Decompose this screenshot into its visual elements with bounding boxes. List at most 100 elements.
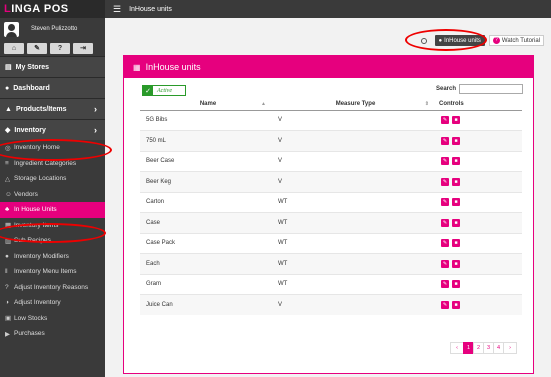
watch-tutorial-button[interactable]: ? Watch Tutorial: [488, 35, 544, 46]
sidebar-item-label: Ingredient Categories: [14, 159, 77, 167]
delete-icon[interactable]: ■: [452, 259, 460, 268]
plus-icon: ●: [438, 37, 443, 44]
active-label: Active: [157, 87, 172, 94]
units-table: Name ▲ Measure Type ⇕ Controls 5G Bibs V ✎ ■ 7…: [140, 99, 522, 315]
sidebar-item-inventory-items[interactable]: ▦ Inventory Items: [0, 218, 105, 234]
unit-name-cell: 750 mL: [140, 130, 272, 151]
sidebar-item-icon: ▣: [5, 315, 12, 323]
edit-icon[interactable]: ✎: [441, 218, 449, 227]
next-page-button[interactable]: ›: [503, 342, 517, 354]
sidebar-item-adjust-inventory[interactable]: ◑ Adjust Inventory: [0, 295, 105, 311]
table-row: 750 mL V ✎ ■: [140, 130, 522, 151]
delete-icon[interactable]: ■: [452, 177, 460, 186]
controls-cell: ✎ ■: [435, 273, 522, 295]
controls-cell: ✎ ■: [435, 212, 522, 233]
table-row: Case WT ✎ ■: [140, 212, 522, 233]
sidebar-item-inventory[interactable]: ◆ Inventory ›: [0, 119, 105, 140]
logout-button[interactable]: ⇥: [73, 42, 93, 54]
sidebar-item-inventory-menu-items[interactable]: ‖ Inventory Menu Items: [0, 264, 105, 280]
sidebar-item-inventory-home[interactable]: ◎ Inventory Home: [0, 140, 105, 156]
menu-toggle-icon[interactable]: ☰: [113, 4, 121, 15]
sidebar-item-low-stocks[interactable]: ▣ Low Stocks: [0, 311, 105, 327]
table-row: Each WT ✎ ■: [140, 253, 522, 274]
measure-type-cell: V: [272, 294, 435, 315]
delete-icon[interactable]: ■: [452, 218, 460, 227]
controls-cell: ✎ ■: [435, 232, 522, 254]
column-header-measure-type[interactable]: Measure Type ⇕: [272, 99, 435, 111]
dashboard-icon: ●: [5, 84, 10, 92]
home-button[interactable]: ⌂: [4, 42, 24, 54]
sidebar-item-label: In House Units: [14, 206, 57, 214]
top-bar: ☰ InHouse units: [105, 0, 551, 18]
search-input[interactable]: [459, 84, 523, 94]
edit-icon[interactable]: ✎: [441, 177, 449, 186]
edit-icon[interactable]: ✎: [441, 259, 449, 268]
app-logo[interactable]: L INGA POS: [0, 0, 105, 18]
sidebar-item-storage-locations[interactable]: △ Storage Locations: [0, 171, 105, 187]
active-filter-button[interactable]: ✓ Active: [142, 85, 186, 96]
sidebar-item-icon: ≡: [5, 159, 9, 167]
unit-name-cell: Case Pack: [140, 232, 272, 254]
table-row: 5G Bibs V ✎ ■: [140, 109, 522, 131]
edit-icon[interactable]: ✎: [441, 157, 449, 166]
sidebar-item-sub-recipes[interactable]: ▥ Sub Recipes: [0, 233, 105, 249]
sidebar-item-dashboard[interactable]: ● Dashboard: [0, 77, 105, 98]
edit-icon[interactable]: ✎: [441, 198, 449, 207]
edit-icon[interactable]: ✎: [441, 116, 449, 125]
unit-name-cell: Gram: [140, 273, 272, 295]
help-icon: ?: [492, 37, 500, 44]
row-controls: ✎ ■: [441, 259, 522, 268]
sort-icon: ⇕: [424, 101, 429, 108]
measure-type-cell: V: [272, 171, 435, 192]
sidebar-item-my-stores[interactable]: ▤ My Stores: [0, 56, 105, 77]
sidebar-item-inventory-modifiers[interactable]: ● Inventory Modifiers: [0, 249, 105, 265]
help-button[interactable]: ?: [50, 42, 70, 54]
sidebar-item-label: Low Stocks: [14, 314, 48, 322]
controls-cell: ✎ ■: [435, 171, 522, 192]
edit-icon[interactable]: ✎: [441, 280, 449, 289]
sidebar-item-purchases[interactable]: ▶ Purchases: [0, 326, 105, 342]
refresh-icon[interactable]: [420, 37, 427, 44]
toolbar: ● InHouse units ? Watch Tutorial: [420, 35, 544, 46]
sidebar-item-ingredient-categories[interactable]: ≡ Ingredient Categories: [0, 156, 105, 172]
sidebar-item-vendors[interactable]: ☺ Vendors: [0, 187, 105, 203]
panel-header: ▦ InHouse units: [124, 56, 533, 78]
delete-icon[interactable]: ■: [452, 157, 460, 166]
prev-page-button[interactable]: ‹: [450, 342, 464, 354]
sidebar-section-label: My Stores: [15, 63, 50, 71]
row-controls: ✎ ■: [441, 301, 522, 309]
avatar: [4, 21, 19, 37]
sidebar-item-icon: ?: [5, 283, 9, 291]
edit-icon[interactable]: ✎: [441, 239, 449, 248]
row-controls: ✎ ■: [441, 177, 522, 186]
delete-icon[interactable]: ■: [452, 301, 460, 309]
pagination: ‹ 1234 ›: [450, 342, 517, 354]
edit-icon[interactable]: ✎: [441, 136, 449, 145]
delete-icon[interactable]: ■: [452, 116, 460, 125]
user-name: Steven Pulizzotto: [31, 26, 78, 32]
sidebar-section-label: Inventory: [14, 126, 46, 134]
delete-icon[interactable]: ■: [452, 136, 460, 145]
measure-type-cell: WT: [272, 212, 435, 233]
table-row: Gram WT ✎ ■: [140, 273, 522, 295]
sidebar: L INGA POS Steven Pulizzotto ⌂ ✎ ? ⇥ ▤ M…: [0, 0, 105, 377]
chevron-right-icon: ›: [94, 104, 97, 114]
user-actions: ⌂ ✎ ? ⇥: [0, 40, 105, 56]
sidebar-item-label: Adjust Inventory Reasons: [14, 283, 89, 291]
edit-icon[interactable]: ✎: [441, 301, 449, 309]
delete-icon[interactable]: ■: [452, 198, 460, 207]
delete-icon[interactable]: ■: [452, 239, 460, 248]
controls-cell: ✎ ■: [435, 253, 522, 274]
edit-profile-button[interactable]: ✎: [27, 42, 47, 54]
sidebar-item-adjust-inventory-reasons[interactable]: ? Adjust Inventory Reasons: [0, 280, 105, 296]
sidebar-item-in-house-units[interactable]: ♣ In House Units: [0, 202, 105, 218]
delete-icon[interactable]: ■: [452, 280, 460, 289]
sidebar-item-products[interactable]: ▲ Products/Items ›: [0, 98, 105, 119]
column-header-name[interactable]: Name ▲: [140, 99, 272, 111]
search-box: Search: [436, 84, 523, 94]
sidebar-item-label: Vendors: [14, 190, 38, 198]
inhouse-units-button[interactable]: ● InHouse units: [434, 35, 485, 46]
row-controls: ✎ ■: [441, 218, 522, 227]
logo-text: INGA POS: [11, 3, 69, 15]
sort-asc-icon: ▲: [261, 101, 266, 108]
